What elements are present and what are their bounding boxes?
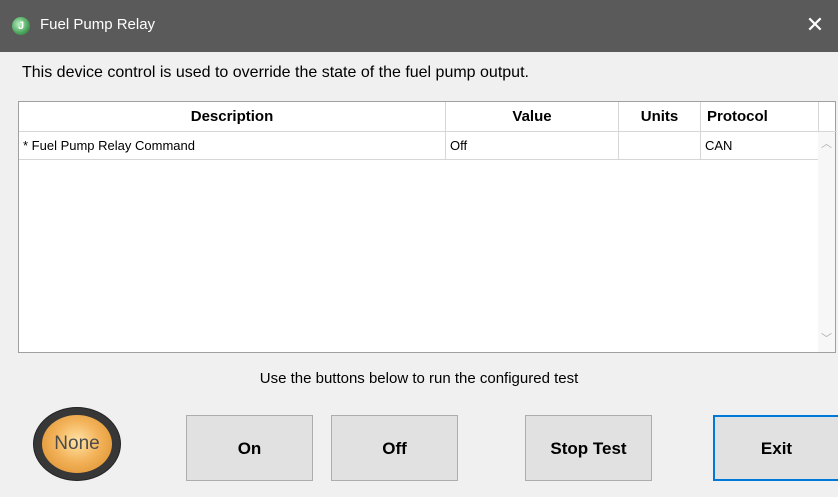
cell-units — [619, 132, 701, 160]
on-button[interactable]: On — [186, 415, 313, 481]
scroll-up-icon[interactable]: ︿ — [818, 136, 835, 153]
cell-value[interactable]: Off — [446, 132, 619, 160]
parameter-table[interactable]: Description Value Units Protocol * Fuel … — [18, 101, 837, 353]
status-indicator: None — [34, 408, 120, 480]
table-row[interactable]: * Fuel Pump Relay Command Off CAN — [19, 132, 819, 160]
description-text: This device control is used to override … — [22, 64, 529, 81]
cell-description: * Fuel Pump Relay Command — [19, 132, 446, 160]
status-indicator-label: None — [42, 415, 112, 473]
cell-protocol: CAN — [705, 138, 733, 153]
column-header-units[interactable]: Units — [619, 102, 701, 132]
instruction-text: Use the buttons below to run the configu… — [259, 370, 579, 387]
close-button[interactable]: ✕ — [792, 0, 838, 52]
exit-button[interactable]: Exit — [713, 415, 838, 481]
column-header-description[interactable]: Description — [19, 102, 446, 132]
vertical-scrollbar[interactable]: ︿ ﹀ — [818, 132, 835, 352]
column-header-protocol[interactable]: Protocol — [701, 102, 819, 132]
table-header: Description Value Units Protocol — [19, 102, 837, 132]
column-header-value[interactable]: Value — [446, 102, 619, 132]
off-button[interactable]: Off — [331, 415, 458, 481]
window-title: Fuel Pump Relay — [40, 16, 156, 33]
title-bar: J Fuel Pump Relay ✕ — [0, 0, 838, 52]
scroll-down-icon[interactable]: ﹀ — [818, 331, 835, 348]
app-icon-glyph: J — [17, 20, 25, 32]
app-icon: J — [12, 17, 30, 35]
stop-test-button[interactable]: Stop Test — [525, 415, 652, 481]
